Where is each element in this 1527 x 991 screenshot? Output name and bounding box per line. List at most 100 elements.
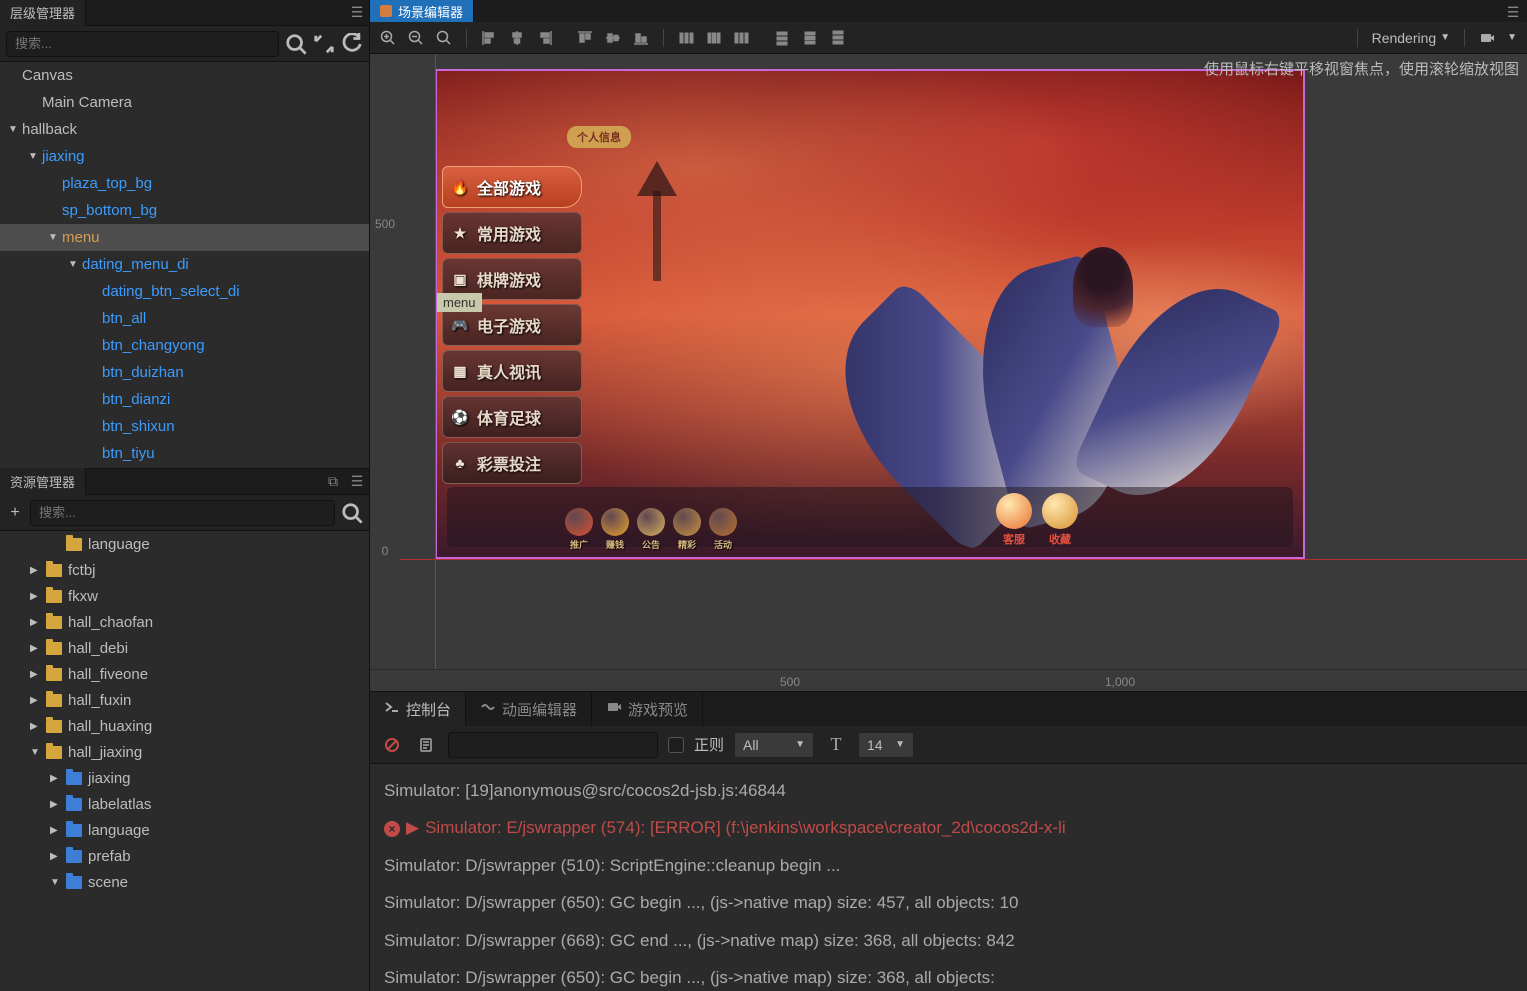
distribute-vcenter-icon[interactable]: [798, 26, 822, 50]
game-menu-item[interactable]: 🔥全部游戏: [442, 166, 582, 208]
tree-node[interactable]: ▼dating_menu_di: [0, 251, 369, 278]
bottom-icon[interactable]: 公告: [634, 501, 668, 551]
distribute-left-icon[interactable]: [674, 26, 698, 50]
tree-node[interactable]: btn_all: [0, 305, 369, 332]
asset-node[interactable]: ▶hall_huaxing: [0, 713, 369, 739]
asset-node[interactable]: ▶language: [0, 817, 369, 843]
tree-node[interactable]: dating_btn_select_di: [0, 278, 369, 305]
log-line[interactable]: Simulator: [19]anonymous@src/cocos2d-jsb…: [384, 772, 1513, 809]
align-hcenter-icon[interactable]: [505, 26, 529, 50]
log-file-icon[interactable]: [414, 733, 438, 757]
zoom-fit-icon[interactable]: [432, 26, 456, 50]
console-tab[interactable]: 动画编辑器: [466, 692, 592, 726]
right-icon[interactable]: 客服: [996, 493, 1032, 547]
tree-node[interactable]: Canvas: [0, 62, 369, 89]
asset-node[interactable]: ▶prefab: [0, 843, 369, 869]
game-menu-item[interactable]: ⚽体育足球: [442, 396, 582, 438]
log-line[interactable]: ×▶Simulator: E/jswrapper (574): [ERROR] …: [384, 809, 1513, 846]
search-icon[interactable]: [341, 502, 363, 524]
tree-node[interactable]: btn_shixun: [0, 413, 369, 440]
align-bottom-icon[interactable]: [629, 26, 653, 50]
console-log[interactable]: Simulator: [19]anonymous@src/cocos2d-jsb…: [370, 764, 1527, 991]
game-canvas[interactable]: 个人信息 🔥全部游戏★常用游戏▣棋牌游戏🎮电子游戏▦真人视讯⚽体育足球♣彩票投注…: [435, 69, 1305, 559]
zoom-in-icon[interactable]: [376, 26, 400, 50]
log-line[interactable]: Simulator: D/jswrapper (510): ScriptEngi…: [384, 847, 1513, 884]
align-top-icon[interactable]: [573, 26, 597, 50]
game-menu-item[interactable]: ★常用游戏: [442, 212, 582, 254]
asset-node[interactable]: ▶hall_chaofan: [0, 609, 369, 635]
log-level-select[interactable]: All▼: [734, 732, 814, 758]
tree-node[interactable]: btn_changyong: [0, 332, 369, 359]
expand-arrow-icon[interactable]: ▶: [30, 617, 42, 628]
asset-node[interactable]: ▶fkxw: [0, 583, 369, 609]
new-window-icon[interactable]: ⧉: [321, 470, 345, 494]
bottom-icon[interactable]: 推广: [562, 501, 596, 551]
tree-node[interactable]: ▼jiaxing: [0, 143, 369, 170]
expand-arrow-icon[interactable]: ▼: [50, 877, 62, 888]
expand-arrow-icon[interactable]: ▶: [50, 799, 62, 810]
game-menu-item[interactable]: ♣彩票投注: [442, 442, 582, 484]
console-tab[interactable]: 控制台: [370, 692, 466, 726]
log-line[interactable]: Simulator: D/jswrapper (650): GC begin .…: [384, 959, 1513, 991]
tree-node[interactable]: btn_tiyu: [0, 440, 369, 467]
align-vcenter-icon[interactable]: [601, 26, 625, 50]
search-icon[interactable]: [285, 33, 307, 55]
refresh-icon[interactable]: [341, 33, 363, 55]
assets-search-input[interactable]: [30, 500, 335, 526]
expand-arrow-icon[interactable]: ▼: [48, 232, 62, 243]
hamburger-icon[interactable]: ☰: [345, 470, 369, 494]
hamburger-icon[interactable]: ☰: [345, 1, 369, 25]
hierarchy-tab[interactable]: 层级管理器: [0, 0, 86, 26]
expand-arrow-icon[interactable]: ▼: [28, 151, 42, 162]
asset-node[interactable]: ▶labelatlas: [0, 791, 369, 817]
align-left-icon[interactable]: [477, 26, 501, 50]
asset-node[interactable]: ▶hall_debi: [0, 635, 369, 661]
right-icon[interactable]: 收藏: [1042, 493, 1078, 547]
distribute-top-icon[interactable]: [770, 26, 794, 50]
tree-node[interactable]: btn_dianzi: [0, 386, 369, 413]
expand-arrow-icon[interactable]: ▶: [30, 669, 42, 680]
tree-node[interactable]: ▼hallback: [0, 116, 369, 143]
log-line[interactable]: Simulator: D/jswrapper (668): GC end ...…: [384, 922, 1513, 959]
expand-arrow-icon[interactable]: ▶: [30, 565, 42, 576]
bottom-icon[interactable]: 赚钱: [598, 501, 632, 551]
tree-node[interactable]: ▼menu: [0, 224, 369, 251]
scene-editor-tab[interactable]: 场景编辑器: [370, 0, 474, 22]
bottom-icon[interactable]: 精彩: [670, 501, 704, 551]
clear-console-icon[interactable]: [380, 733, 404, 757]
expand-arrow-icon[interactable]: ▼: [68, 259, 82, 270]
hierarchy-search-input[interactable]: [6, 31, 279, 57]
expand-arrow-icon[interactable]: ▶: [30, 721, 42, 732]
tree-node[interactable]: sp_bottom_bg: [0, 197, 369, 224]
text-size-icon[interactable]: T: [824, 733, 848, 757]
asset-node[interactable]: ▼scene: [0, 869, 369, 895]
asset-node[interactable]: language: [0, 531, 369, 557]
console-filter-input[interactable]: [448, 732, 658, 758]
tree-node[interactable]: plaza_top_bg: [0, 170, 369, 197]
assets-tab[interactable]: 资源管理器: [0, 468, 86, 495]
expand-arrow-icon[interactable]: ▶: [50, 825, 62, 836]
scene-viewport[interactable]: 使用鼠标右键平移视窗焦点，使用滚轮缩放视图 5000 5001,000 个人信息…: [370, 54, 1527, 691]
asset-node[interactable]: ▶fctbj: [0, 557, 369, 583]
align-right-icon[interactable]: [533, 26, 557, 50]
camera-icon[interactable]: [1475, 26, 1499, 50]
expand-arrow-icon[interactable]: ▼: [30, 747, 42, 758]
collapse-icon[interactable]: [313, 33, 335, 55]
distribute-bottom-icon[interactable]: [826, 26, 850, 50]
expand-arrow-icon[interactable]: ▶: [50, 773, 62, 784]
asset-node[interactable]: ▶hall_fiveone: [0, 661, 369, 687]
game-menu-item[interactable]: ▦真人视讯: [442, 350, 582, 392]
hierarchy-tree[interactable]: CanvasMain Camera▼hallback▼jiaxingplaza_…: [0, 62, 369, 468]
expand-arrow-icon[interactable]: ▶: [406, 818, 419, 837]
log-line[interactable]: Simulator: D/jswrapper (650): GC begin .…: [384, 884, 1513, 921]
expand-arrow-icon[interactable]: ▶: [30, 695, 42, 706]
add-asset-button[interactable]: +: [6, 504, 24, 522]
asset-node[interactable]: ▶jiaxing: [0, 765, 369, 791]
assets-tree[interactable]: language▶fctbj▶fkxw▶hall_chaofan▶hall_de…: [0, 531, 369, 991]
console-tab[interactable]: 游戏预览: [592, 692, 703, 726]
expand-arrow-icon[interactable]: ▶: [50, 851, 62, 862]
tree-node[interactable]: Main Camera: [0, 89, 369, 116]
profile-pill[interactable]: 个人信息: [567, 126, 631, 148]
camera-dropdown-arrow[interactable]: ▼: [1503, 32, 1521, 43]
regex-checkbox[interactable]: [668, 737, 684, 753]
